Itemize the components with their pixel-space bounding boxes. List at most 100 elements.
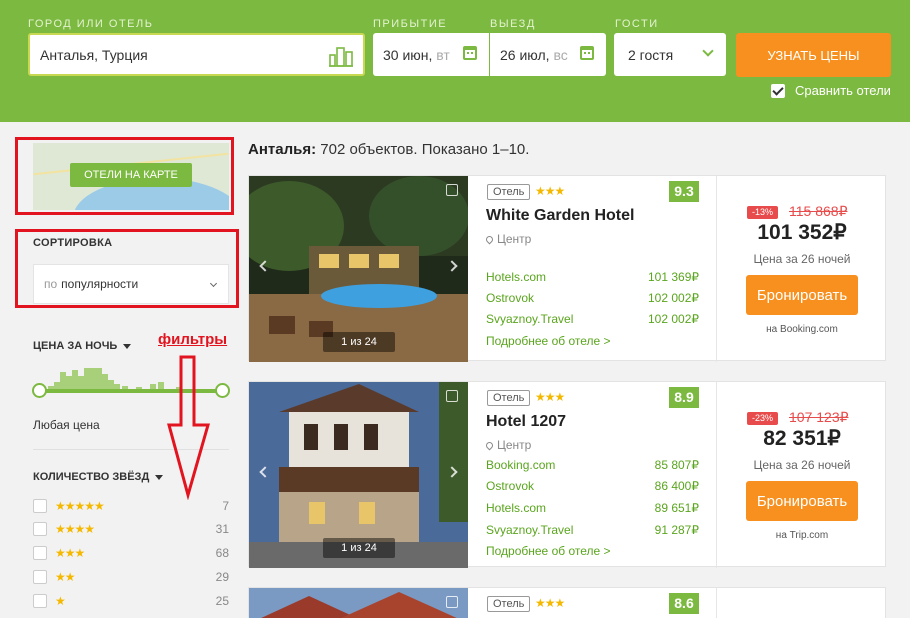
hotel-card[interactable]: 1 из 24 Отель ★★★ 9.3 White Garden Hotel…: [248, 175, 886, 362]
star-checkbox[interactable]: [33, 522, 47, 536]
book-button[interactable]: Бронировать: [746, 481, 858, 521]
star-filter-row[interactable]: ★★★ 68: [33, 545, 229, 561]
hotel-photo[interactable]: 1 из 24: [249, 382, 468, 568]
hotel-photo[interactable]: 1 из 24: [249, 176, 468, 362]
compare-label: Сравнить отели: [795, 83, 891, 98]
checkout-input[interactable]: 26 июл, вс: [490, 33, 606, 76]
guests-value: 2 гостя: [628, 46, 674, 63]
star-filter-row[interactable]: ★★★★ 31: [33, 521, 229, 537]
offer-site: Hotels.com: [486, 270, 547, 284]
hotel-card[interactable]: 1 из 24 Отель ★★★ 8.9 Hotel 1207 Центр B…: [248, 381, 886, 568]
photo-counter: 1 из 24: [323, 538, 395, 558]
offer-price: 102 002₽: [647, 312, 699, 326]
hotel-price: 82 351₽: [763, 427, 841, 450]
offer-site: Hotels.com: [486, 501, 547, 515]
stars-icon: ★★: [55, 570, 75, 584]
hotel-location: Центр: [484, 438, 531, 452]
type-badge: Отель: [487, 596, 531, 612]
stars-filter-title[interactable]: КОЛИЧЕСТВО ЗВЁЗД: [33, 471, 164, 483]
compare-hotels-toggle[interactable]: Сравнить отели: [771, 83, 891, 98]
hotel-photo[interactable]: [249, 588, 468, 618]
offer-row[interactable]: Svyaznoy.Travel 102 002₽: [486, 312, 699, 326]
offer-row[interactable]: Svyaznoy.Travel 91 287₽: [486, 523, 699, 537]
stars-filter-label: КОЛИЧЕСТВО ЗВЁЗД: [33, 471, 150, 483]
favorite-icon[interactable]: [446, 184, 458, 196]
hotel-photo-image: [249, 588, 468, 618]
offer-row[interactable]: Hotels.com 89 651₽: [486, 501, 699, 515]
compare-checkbox[interactable]: [771, 83, 785, 98]
star-checkbox[interactable]: [33, 499, 47, 513]
find-prices-button[interactable]: УЗНАТЬ ЦЕНЫ: [736, 33, 891, 77]
star-checkbox[interactable]: [33, 594, 47, 608]
checkin-input[interactable]: 30 июн, вт: [373, 33, 489, 76]
offer-price: 91 287₽: [654, 523, 699, 537]
location-pin-icon: [484, 234, 495, 245]
favorite-icon[interactable]: [446, 596, 458, 608]
checkout-label: ВЫЕЗД: [490, 18, 536, 30]
caret-down-icon: [123, 343, 132, 349]
hotel-details-link[interactable]: Подробнее об отеле >: [486, 544, 611, 558]
star-checkbox[interactable]: [33, 570, 47, 584]
booking-site: на Booking.com: [766, 324, 838, 335]
favorite-icon[interactable]: [446, 390, 458, 402]
price-filter-label: ЦЕНА ЗА НОЧЬ: [33, 340, 118, 352]
offer-row[interactable]: Ostrovok 86 400₽: [486, 479, 699, 493]
price-slider-max-handle[interactable]: [215, 383, 230, 398]
stars-icon: ★★★: [535, 596, 565, 610]
stars-icon: ★★★: [535, 184, 565, 198]
filters-annotation: фильтры: [158, 331, 228, 348]
offer-site: Booking.com: [486, 458, 556, 472]
offer-site: Svyaznoy.Travel: [486, 312, 574, 326]
stars-icon: ★: [55, 594, 66, 608]
photo-counter: 1 из 24: [323, 332, 395, 352]
rating-score: 8.9: [669, 387, 699, 408]
book-button[interactable]: Бронировать: [746, 275, 858, 315]
type-badge: Отель: [487, 184, 531, 200]
checkin-weekday: вт: [436, 46, 450, 63]
discount-badge: -23%: [747, 412, 779, 425]
price-slider-min-handle[interactable]: [32, 383, 47, 398]
discount-badge: -13%: [747, 206, 779, 219]
calendar-icon: [580, 46, 594, 60]
stars-icon: ★★★: [55, 546, 85, 560]
results-summary: Анталья: 702 объектов. Показано 1–10.: [248, 141, 529, 158]
price-nights: Цена за 26 ночей: [753, 252, 851, 266]
offer-row[interactable]: Hotels.com 101 369₽: [486, 270, 699, 284]
search-header: ГОРОД ИЛИ ОТЕЛЬ ПРИБЫТИЕ ВЫЕЗД ГОСТИ Ант…: [0, 0, 910, 122]
price-value: Любая цена: [33, 418, 100, 432]
caret-down-icon: [155, 474, 164, 480]
star-checkbox[interactable]: [33, 546, 47, 560]
hotel-price: 101 352₽: [757, 221, 847, 244]
old-price: 115 868₽: [789, 203, 848, 219]
checkout-weekday: вс: [553, 46, 568, 63]
results-city: Анталья:: [248, 141, 317, 158]
star-filter-row[interactable]: ★ 25: [33, 593, 229, 609]
hotel-name[interactable]: White Garden Hotel: [486, 207, 634, 225]
offer-row[interactable]: Ostrovok 102 002₽: [486, 291, 699, 305]
checkin-value: 30 июн,: [383, 46, 433, 63]
city-input[interactable]: Анталья, Турция: [28, 33, 365, 76]
offer-price: 86 400₽: [654, 479, 699, 493]
hotel-location: Центр: [484, 232, 531, 246]
star-count: 31: [215, 522, 229, 536]
city-label: ГОРОД ИЛИ ОТЕЛЬ: [28, 18, 154, 30]
offer-row[interactable]: Booking.com 85 807₽: [486, 458, 699, 472]
hotel-details-link[interactable]: Подробнее об отеле >: [486, 334, 611, 348]
city-buildings-icon: [329, 47, 353, 67]
checkout-value: 26 июл,: [500, 46, 550, 63]
hotel-card[interactable]: Отель ★★★ 8.6: [248, 587, 886, 618]
offer-price: 85 807₽: [654, 458, 699, 472]
star-count: 68: [215, 546, 229, 560]
star-count: 25: [215, 594, 229, 608]
annotation-box-map: [15, 137, 234, 215]
hotel-name[interactable]: Hotel 1207: [486, 413, 566, 431]
calendar-icon: [463, 46, 477, 60]
rating-score: 8.6: [669, 593, 699, 614]
checkin-label: ПРИБЫТИЕ: [373, 18, 448, 30]
results-count: 702 объектов. Показано 1–10.: [320, 141, 530, 158]
star-filter-row[interactable]: ★★★★★ 7: [33, 498, 229, 514]
price-filter-title[interactable]: ЦЕНА ЗА НОЧЬ: [33, 340, 132, 352]
card-divider: [716, 588, 717, 618]
guests-select[interactable]: 2 гостя: [614, 33, 726, 76]
star-filter-row[interactable]: ★★ 29: [33, 569, 229, 585]
